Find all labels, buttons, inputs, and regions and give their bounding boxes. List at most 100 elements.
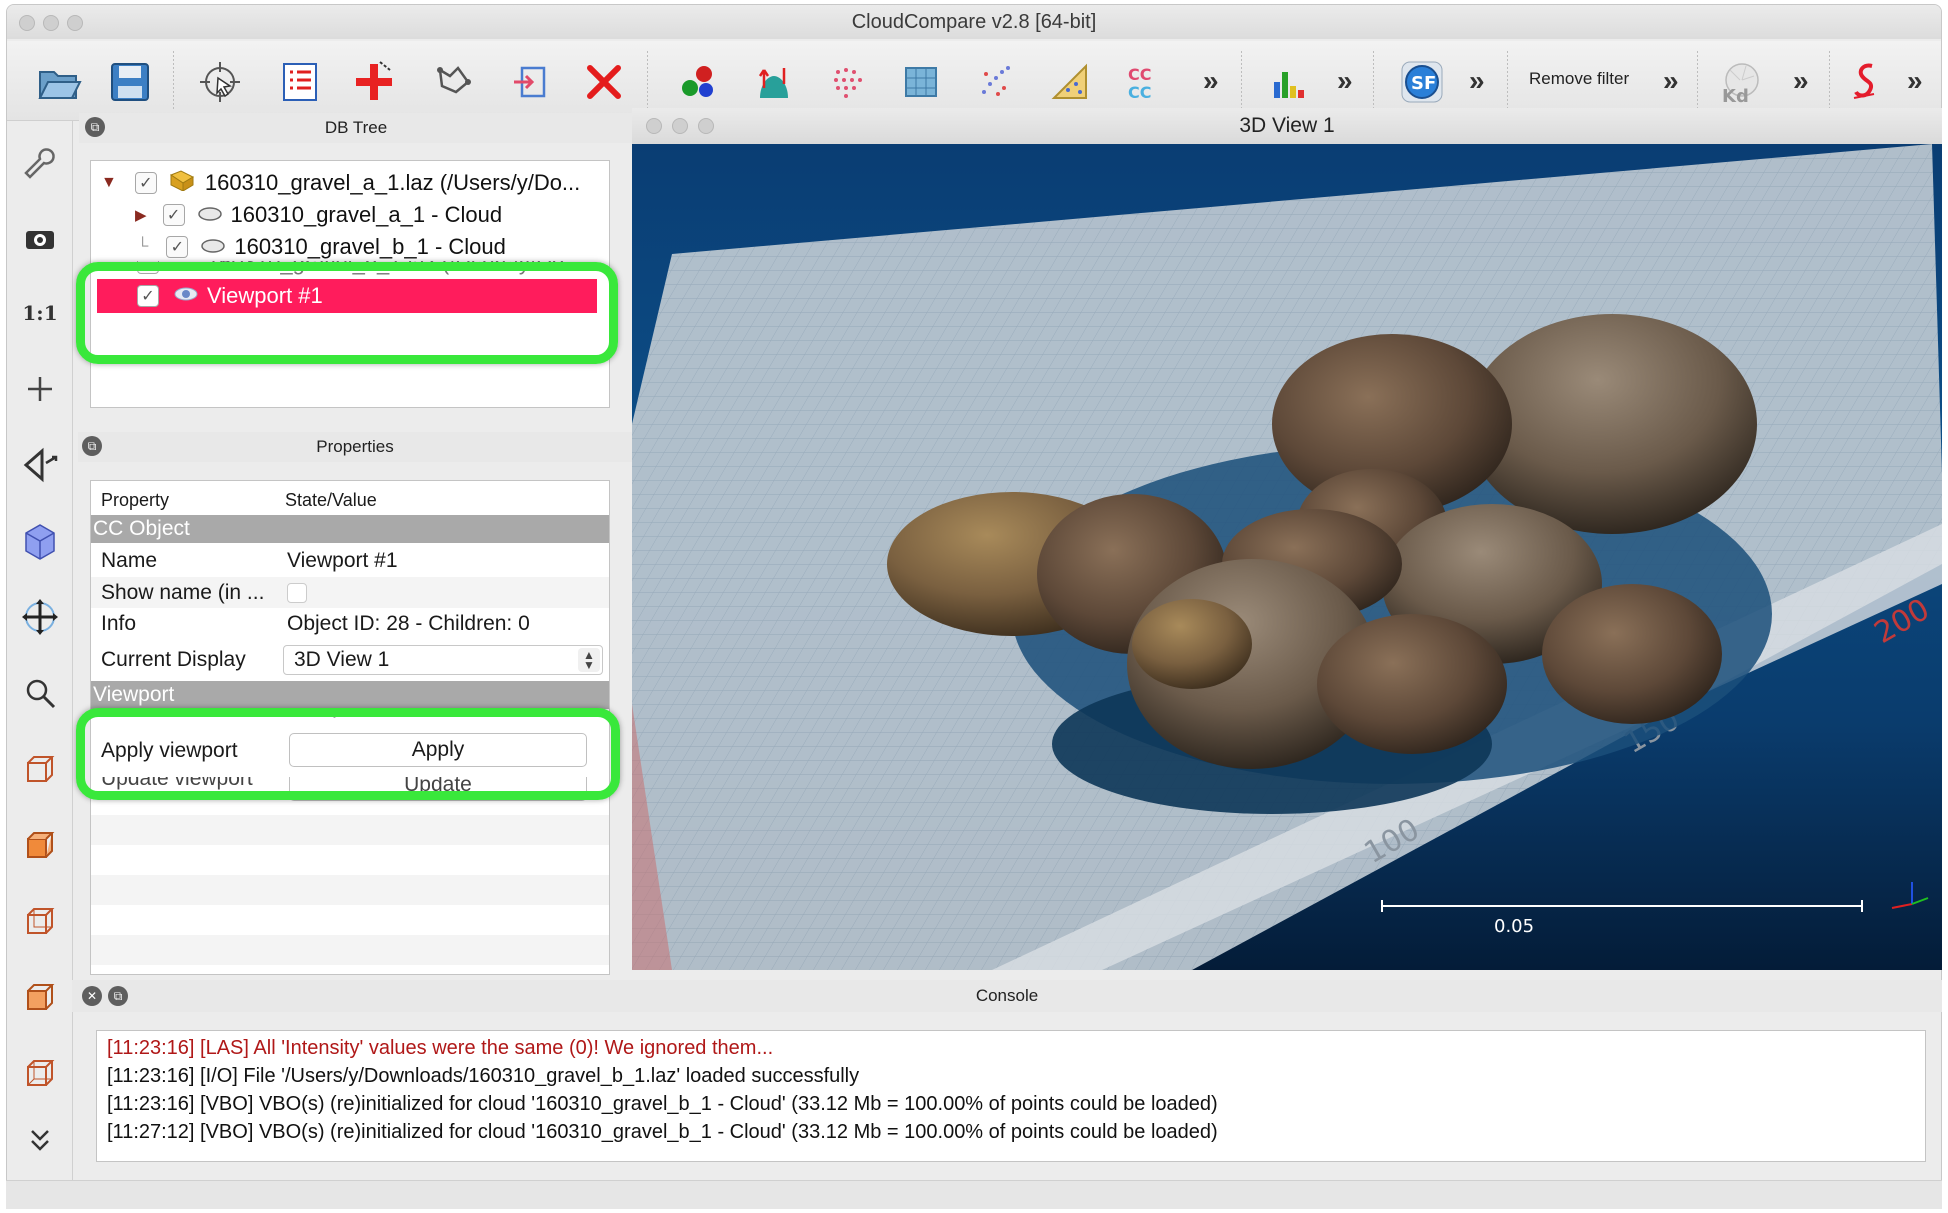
dock-float-icon[interactable]: ⧉: [85, 117, 105, 137]
checkbox[interactable]: ✓: [166, 236, 189, 258]
cloud-icon: [200, 234, 226, 260]
section-viewport: Viewport: [91, 681, 609, 709]
cube-icon[interactable]: [13, 515, 67, 567]
export-icon[interactable]: [503, 55, 557, 109]
select-value: 3D View 1: [294, 648, 390, 671]
minimize-window-button[interactable]: [43, 15, 59, 31]
camera-icon[interactable]: [13, 213, 67, 265]
highlight-apply-viewport: [76, 708, 620, 800]
col-property: Property: [101, 489, 170, 510]
script-icon[interactable]: [1839, 55, 1893, 109]
rock: [1317, 614, 1507, 754]
toolbar-overflow-3[interactable]: »: [1469, 65, 1485, 97]
db-tree-title: DB Tree: [79, 113, 633, 143]
window-title: CloudCompare v2.8 [64-bit]: [851, 10, 1097, 33]
tree-item-cloud-a[interactable]: ▶ ✓ 160310_gravel_a_1 - Cloud: [91, 199, 609, 231]
section-label: Viewport: [93, 683, 175, 706]
side-view-icon[interactable]: [13, 895, 67, 947]
empty-row: [91, 875, 609, 905]
toolbar-overflow-6[interactable]: »: [1907, 65, 1923, 97]
console-float-icon[interactable]: ⧉: [108, 986, 128, 1006]
prop-name: Info: [101, 611, 137, 635]
section-cc-object: CC Object: [91, 515, 609, 543]
wrench-icon[interactable]: [13, 139, 67, 191]
properties-header: Property State/Value: [91, 485, 609, 516]
dock-float-icon[interactable]: ⧉: [82, 436, 102, 456]
zoom-window-button[interactable]: [67, 15, 83, 31]
console-line: [11:27:12] [VBO] VBO(s) (re)initialized …: [107, 1121, 1218, 1143]
mesh-icon[interactable]: [895, 55, 949, 109]
move-icon[interactable]: [13, 591, 67, 643]
cc-icon[interactable]: CC CC: [1117, 55, 1171, 109]
properties-title-text: Properties: [316, 437, 394, 456]
toolbar-overflow-4[interactable]: »: [1663, 65, 1679, 97]
sample-icon[interactable]: [821, 55, 875, 109]
checkbox[interactable]: ✓: [162, 204, 185, 226]
prop-name: Name: [101, 548, 158, 572]
select-stepper-icon[interactable]: ▲ ▼: [578, 648, 600, 672]
noise-icon[interactable]: [969, 55, 1023, 109]
top-view-icon[interactable]: [13, 819, 67, 871]
toolbar-overflow-5[interactable]: »: [1793, 65, 1809, 97]
view-zoom-button[interactable]: [698, 118, 714, 134]
checkbox[interactable]: ✓: [134, 172, 157, 194]
svg-text:CC: CC: [1128, 65, 1151, 84]
console-line: [11:23:16] [LAS] All 'Intensity' values …: [107, 1037, 774, 1059]
console-line: [11:23:16] [I/O] File '/Users/y/Download…: [107, 1065, 860, 1087]
plus-icon[interactable]: [13, 363, 67, 415]
tree-branch-line: └: [137, 238, 149, 255]
point-cloud-scene: 100 150 200 0.05: [632, 144, 1942, 970]
front-view-icon[interactable]: [13, 743, 67, 795]
view-close-button[interactable]: [646, 118, 662, 134]
normals-icon[interactable]: [747, 55, 801, 109]
scale-label: 0.05: [1494, 916, 1534, 937]
title-bar: CloudCompare v2.8 [64-bit]: [7, 5, 1941, 39]
tree-item-cloud-b[interactable]: └ ✓ 160310_gravel_b_1 - Cloud: [91, 231, 609, 263]
tree-item-label: 160310_gravel_a_1 - Cloud: [230, 202, 503, 227]
svg-text:Kd: Kd: [1722, 86, 1749, 106]
section-label: CC Object: [93, 517, 190, 540]
color-icon[interactable]: [671, 55, 725, 109]
toolbar-overflow-1[interactable]: »: [1203, 65, 1219, 97]
prop-row-current-display: Current Display 3D View 1 ▲ ▼: [91, 641, 609, 679]
open-folder-icon[interactable]: [31, 55, 85, 109]
view3d-title: 3D View 1: [1239, 114, 1335, 137]
clean-icon[interactable]: [1043, 55, 1097, 109]
console-title-bar: Console: [72, 980, 1942, 1012]
console-log: [11:23:16] [LAS] All 'Intensity' values …: [96, 1030, 1926, 1162]
segment-icon[interactable]: [427, 55, 481, 109]
highlight-viewport-item: [76, 262, 618, 364]
save-disk-icon[interactable]: [103, 55, 157, 109]
one-to-one-icon[interactable]: 1:1: [13, 287, 67, 339]
console-title: Console: [975, 986, 1039, 1005]
histogram-icon[interactable]: [1261, 55, 1315, 109]
current-display-select[interactable]: 3D View 1 ▲ ▼: [283, 645, 603, 675]
show-name-checkbox[interactable]: [287, 582, 307, 603]
one-to-one-label: 1:1: [22, 301, 58, 325]
toolbar-overflow-2[interactable]: »: [1337, 65, 1353, 97]
sf-icon[interactable]: SF: [1395, 55, 1449, 109]
expand-down-icon[interactable]: ▼: [101, 174, 117, 192]
expand-right-icon[interactable]: ▶: [135, 206, 147, 224]
perspective-icon[interactable]: [13, 439, 67, 491]
prop-value[interactable]: Viewport #1: [287, 549, 398, 573]
properties-title: Properties: [78, 432, 632, 462]
console-close-icon[interactable]: ✕: [82, 986, 102, 1006]
add-point-icon[interactable]: [347, 55, 401, 109]
view3d-canvas[interactable]: 100 150 200 0.05: [632, 144, 1942, 970]
iso-view-icon[interactable]: [13, 1047, 67, 1099]
view-minimize-button[interactable]: [672, 118, 688, 134]
close-window-button[interactable]: [19, 15, 35, 31]
list-icon[interactable]: [273, 55, 327, 109]
axis-trihedron-icon: [1891, 882, 1929, 909]
back-view-icon[interactable]: [13, 971, 67, 1023]
tree-item-file-a[interactable]: ▼ ✓ 160310_gravel_a_1.laz (/Users/y/Do..…: [91, 167, 609, 199]
expand-icon[interactable]: [13, 1121, 67, 1161]
prop-value: Object ID: 28 - Children: 0: [287, 611, 530, 635]
zoom-icon[interactable]: [13, 667, 67, 719]
prop-row-info: Info Object ID: 28 - Children: 0: [91, 608, 609, 639]
kd-icon[interactable]: Kd: [1713, 55, 1767, 109]
delete-x-icon[interactable]: [577, 55, 631, 109]
remove-filter-button[interactable]: Remove filter: [1529, 69, 1629, 89]
cursor-select-icon[interactable]: [193, 55, 247, 109]
